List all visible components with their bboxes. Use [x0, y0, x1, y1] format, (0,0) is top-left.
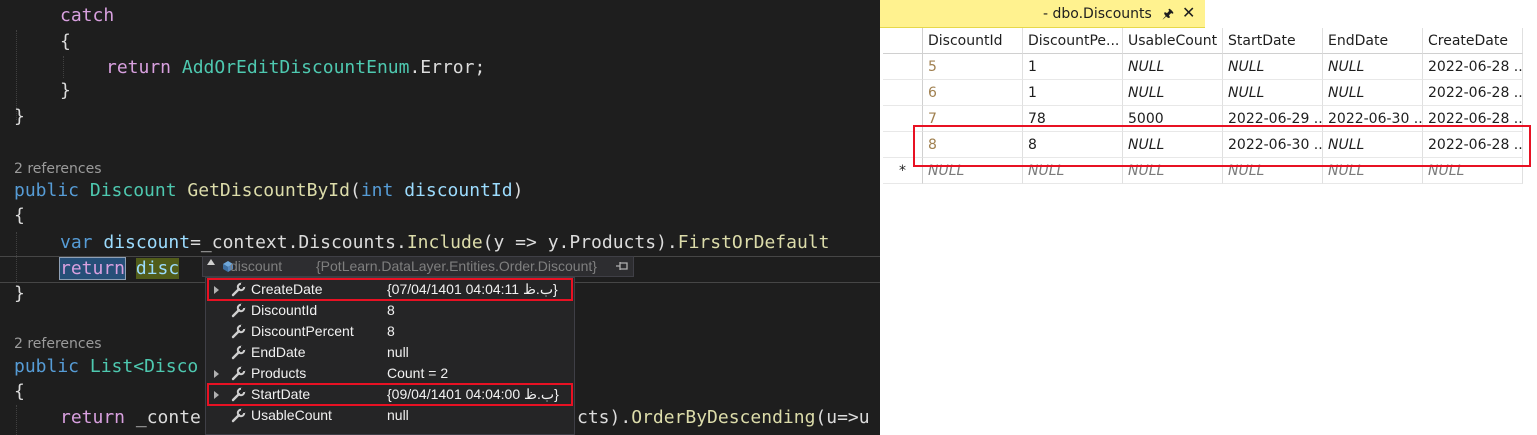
- table-cell[interactable]: NULL: [1223, 54, 1323, 80]
- table-cell[interactable]: 2022-06-28 ...: [1423, 54, 1523, 80]
- code-line[interactable]: {: [60, 29, 71, 55]
- datatip-header[interactable]: discount {PotLearn.DataLayer.Entities.Or…: [202, 256, 634, 277]
- property-wrench-icon: [231, 303, 246, 318]
- query-results-pane[interactable]: - dbo.Discounts 🖈 ✕ DiscountId DiscountPe…: [880, 0, 1537, 435]
- property-value[interactable]: null: [387, 405, 409, 426]
- property-value[interactable]: 8: [387, 300, 395, 321]
- property-name: EndDate: [251, 344, 306, 360]
- datatip-row[interactable]: EndDate null: [206, 342, 574, 363]
- row-selector-header[interactable]: [883, 28, 923, 54]
- code-line-var-discount[interactable]: var discount=_context.Discounts.Include(…: [60, 230, 829, 256]
- code-line-catch[interactable]: catch: [60, 3, 114, 29]
- indent-guide: [16, 405, 17, 435]
- datatip-variable-name: discount: [230, 258, 283, 274]
- highlight-box: [207, 383, 573, 406]
- table-cell[interactable]: 2022-06-28 ...: [1423, 80, 1523, 106]
- table-cell[interactable]: NULL: [1323, 54, 1423, 80]
- row-selector[interactable]: [883, 54, 923, 80]
- property-name: DiscountId: [251, 302, 318, 318]
- property-value[interactable]: 8: [387, 321, 395, 342]
- discount-id-cell[interactable]: 6: [923, 80, 1023, 106]
- highlight-box: [913, 125, 1531, 167]
- datatip-row[interactable]: DiscountPercent 8: [206, 321, 574, 342]
- code-line[interactable]: {: [14, 379, 25, 405]
- pin-icon[interactable]: [615, 260, 629, 272]
- code-line-order-by[interactable]: cts).OrderByDescending(u=>u: [577, 405, 870, 431]
- code-line[interactable]: }: [14, 281, 25, 307]
- references-codelens[interactable]: 2 references: [14, 161, 102, 177]
- datatip-row[interactable]: UsableCount null: [206, 405, 574, 426]
- column-header[interactable]: CreateDate: [1423, 28, 1523, 54]
- row-selector[interactable]: [883, 80, 923, 106]
- property-wrench-icon: [231, 408, 246, 423]
- column-header[interactable]: UsableCount: [1123, 28, 1223, 54]
- column-header[interactable]: DiscountPe...: [1023, 28, 1123, 54]
- table-cell[interactable]: NULL: [1123, 80, 1223, 106]
- references-codelens[interactable]: 2 references: [14, 336, 102, 352]
- tab-dbo-discounts[interactable]: - dbo.Discounts 🖈 ✕: [880, 0, 1205, 28]
- code-line-return-error[interactable]: return AddOrEditDiscountEnum.Error;: [106, 55, 485, 81]
- code-line-method-signature[interactable]: public Discount GetDiscountById(int disc…: [14, 178, 523, 204]
- table-cell[interactable]: NULL: [1323, 80, 1423, 106]
- highlight-box: [207, 278, 573, 301]
- code-editor[interactable]: catch { return AddOrEditDiscountEnum.Err…: [0, 0, 880, 435]
- code-line[interactable]: {: [14, 203, 25, 229]
- property-name: Products: [251, 365, 307, 381]
- table-cell[interactable]: 1: [1023, 54, 1123, 80]
- column-header[interactable]: EndDate: [1323, 28, 1423, 54]
- datatip-panel[interactable]: CreateDate {07/04/1401 04:04:11 ب.ظ} Disco…: [205, 277, 575, 435]
- code-line-list-method[interactable]: public List<Disco: [14, 354, 198, 380]
- close-icon[interactable]: ✕: [1182, 3, 1195, 22]
- code-line-return-discount[interactable]: return disc: [58, 256, 180, 282]
- datatip-variable-value: {PotLearn.DataLayer.Entities.Order.Disco…: [316, 258, 597, 274]
- table-cell[interactable]: NULL: [1123, 54, 1223, 80]
- pin-icon[interactable]: 🖈: [1162, 5, 1174, 27]
- property-name: DiscountPercent: [251, 323, 354, 339]
- expand-icon[interactable]: [214, 370, 219, 378]
- indent-guide: [63, 56, 64, 78]
- property-value[interactable]: Count = 2: [387, 363, 448, 384]
- property-wrench-icon: [231, 366, 246, 381]
- property-wrench-icon: [231, 324, 246, 339]
- column-header[interactable]: DiscountId: [923, 28, 1023, 54]
- code-line-return-list[interactable]: return _conte: [60, 405, 201, 431]
- property-value[interactable]: null: [387, 342, 409, 363]
- column-header[interactable]: StartDate: [1223, 28, 1323, 54]
- discount-id-cell[interactable]: 5: [923, 54, 1023, 80]
- collapse-icon[interactable]: [207, 259, 215, 265]
- tab-title: - dbo.Discounts: [1043, 6, 1152, 22]
- code-line[interactable]: }: [14, 104, 25, 130]
- property-wrench-icon: [231, 345, 246, 360]
- datatip-row[interactable]: DiscountId 8: [206, 300, 574, 321]
- code-line[interactable]: }: [60, 78, 71, 104]
- table-cell[interactable]: NULL: [1223, 80, 1323, 106]
- property-name: UsableCount: [251, 407, 332, 423]
- datatip-row[interactable]: Products Count = 2: [206, 363, 574, 384]
- table-cell[interactable]: 1: [1023, 80, 1123, 106]
